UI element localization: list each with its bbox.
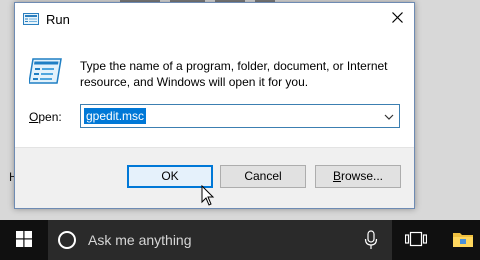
combo-dropdown-button[interactable] <box>379 105 399 127</box>
run-large-icon <box>28 57 63 85</box>
folder-icon <box>452 230 474 251</box>
file-explorer-button[interactable] <box>446 220 480 260</box>
start-button[interactable] <box>0 220 48 260</box>
mouse-pointer-icon <box>201 184 215 207</box>
windows-logo-icon <box>16 230 32 250</box>
title-bar[interactable]: Run <box>15 3 414 35</box>
open-label-text: pen: <box>38 110 62 124</box>
open-combobox[interactable]: gpedit.msc <box>80 104 400 128</box>
cortana-circle-icon <box>58 231 76 249</box>
close-icon <box>391 12 403 26</box>
run-icon <box>23 12 39 26</box>
dialog-message: Type the name of a program, folder, docu… <box>80 59 388 89</box>
task-view-icon <box>404 231 428 250</box>
task-view-button[interactable] <box>398 220 434 260</box>
close-button[interactable] <box>380 3 414 35</box>
open-label-hotkey: O <box>29 110 39 124</box>
browse-button[interactable]: Browse... <box>315 165 401 188</box>
run-dialog: Run Type the name of a program, folder, … <box>14 2 415 209</box>
browse-label: rowse... <box>341 169 384 183</box>
taskbar: Ask me anything <box>0 220 480 260</box>
microphone-icon[interactable] <box>364 230 378 250</box>
search-placeholder: Ask me anything <box>88 232 192 248</box>
cancel-button[interactable]: Cancel <box>220 165 306 188</box>
open-label: Open: <box>29 110 62 124</box>
chevron-down-icon <box>384 109 394 123</box>
search-box[interactable]: Ask me anything <box>48 220 392 260</box>
browse-hotkey: B <box>332 169 341 183</box>
dialog-title: Run <box>46 12 70 27</box>
open-input-value[interactable]: gpedit.msc <box>84 108 147 124</box>
